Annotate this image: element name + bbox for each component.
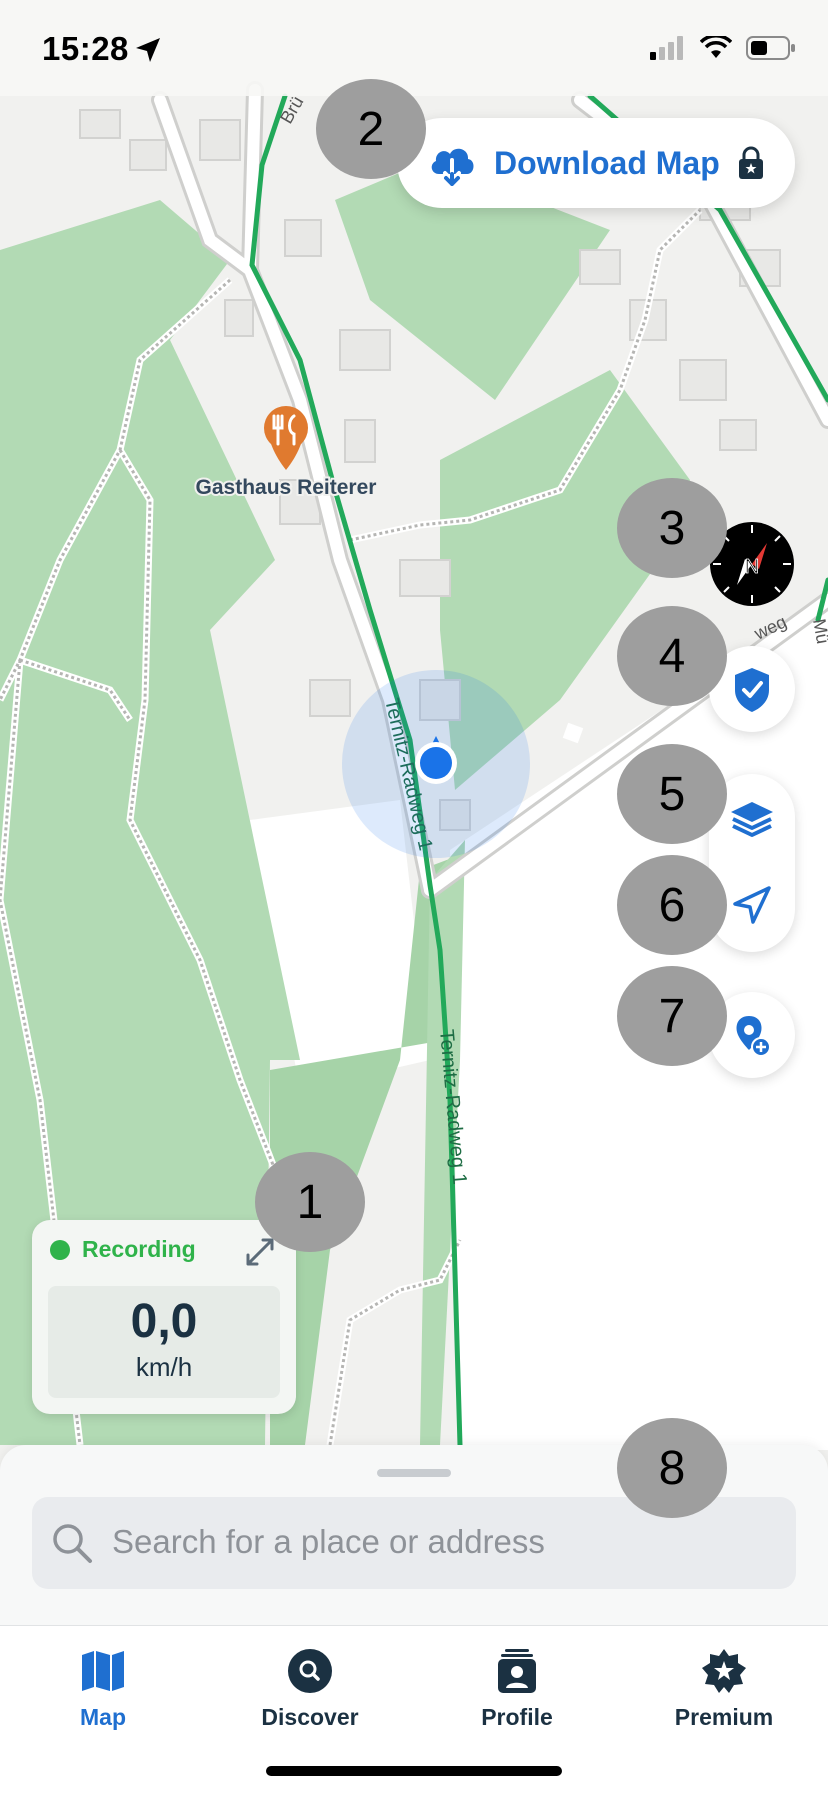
callout-marker: 7 [617, 966, 727, 1066]
recording-card[interactable]: Recording 0,0 km/h [32, 1220, 296, 1414]
callout-marker: 8 [617, 1418, 727, 1518]
search-input[interactable] [112, 1519, 772, 1565]
recording-status-dot [50, 1240, 70, 1260]
tab-map[interactable]: Map [13, 1644, 193, 1744]
tab-discover[interactable]: Discover [220, 1644, 400, 1744]
speed-display: 0,0 km/h [48, 1286, 280, 1398]
home-indicator [266, 1766, 562, 1776]
battery-icon [746, 36, 795, 60]
tab-premium-label: Premium [674, 1704, 774, 1730]
callout-marker: 6 [617, 855, 727, 955]
download-map-label: Download Map [494, 144, 720, 181]
sheet-handle[interactable] [377, 1469, 451, 1477]
tab-premium[interactable]: Premium [634, 1644, 814, 1744]
svg-text:N: N [745, 556, 759, 578]
cloud-download-icon [431, 148, 474, 186]
profile-icon [498, 1649, 536, 1693]
callout-marker: 2 [316, 79, 426, 179]
speed-unit: km/h [135, 1352, 193, 1382]
status-icons [650, 36, 796, 60]
callout-marker: 3 [617, 478, 727, 578]
status-time: 15:28 [42, 30, 129, 67]
tab-map-label: Map [80, 1704, 126, 1730]
lock-icon [738, 146, 763, 179]
premium-badge-icon [702, 1649, 746, 1693]
download-map-button[interactable]: Download Map [397, 118, 795, 208]
map-icon [82, 1651, 124, 1691]
cellular-signal-icon [650, 36, 683, 60]
callout-marker: 5 [617, 744, 727, 844]
callout-marker: 4 [617, 606, 727, 706]
tab-discover-label: Discover [261, 1704, 359, 1730]
location-arrow-icon [136, 38, 160, 62]
recording-status: Recording [82, 1236, 196, 1262]
tab-profile[interactable]: Profile [427, 1644, 607, 1744]
tab-profile-label: Profile [481, 1704, 553, 1730]
search-icon [53, 1524, 92, 1563]
speed-value: 0,0 [130, 1295, 198, 1348]
wifi-icon [700, 36, 732, 58]
poi-label[interactable]: Gasthaus Reiterer [194, 474, 379, 501]
discover-search-icon [288, 1649, 332, 1693]
callout-marker: 1 [255, 1152, 365, 1252]
